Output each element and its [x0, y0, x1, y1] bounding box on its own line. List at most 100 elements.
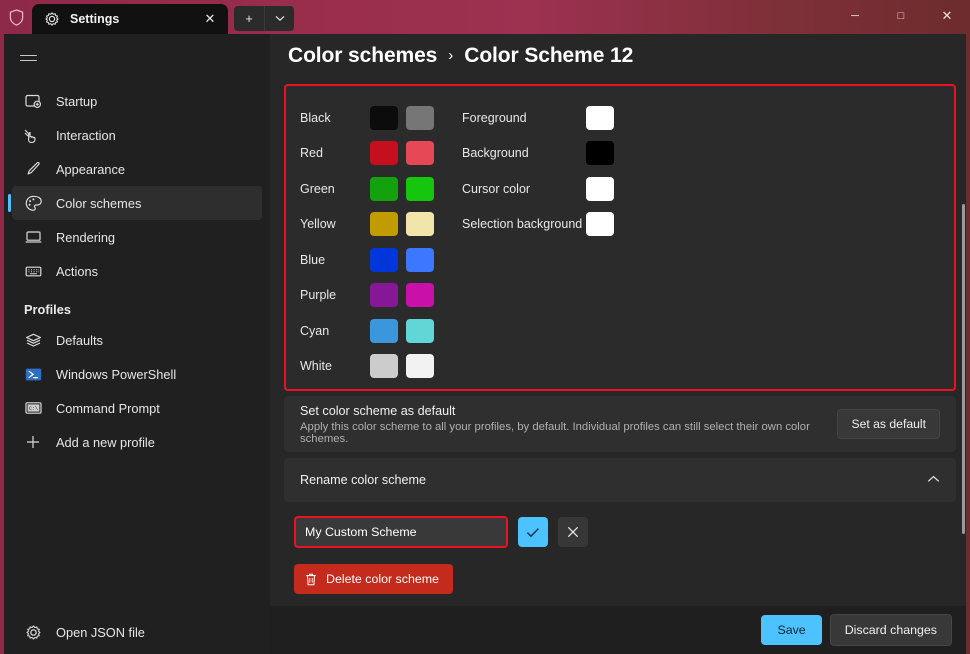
discard-changes-button[interactable]: Discard changes: [829, 614, 952, 646]
rename-input[interactable]: [294, 516, 508, 548]
color-row: Green: [300, 171, 462, 207]
sidebar-item-label: Appearance: [56, 161, 126, 177]
breadcrumb-root[interactable]: Color schemes: [288, 44, 437, 68]
palette-icon: [24, 194, 42, 212]
tab-actions: +: [234, 3, 294, 33]
sidebar-item-interaction[interactable]: Interaction: [12, 118, 262, 152]
page-title: Color Scheme 12: [464, 44, 634, 67]
color-swatch-bright[interactable]: [406, 105, 434, 130]
sidebar-item-windows-powershell[interactable]: Windows PowerShell: [12, 357, 262, 391]
sidebar-item-command-prompt[interactable]: C:\ Command Prompt: [12, 391, 262, 425]
tab-settings[interactable]: Settings ✕: [32, 4, 228, 34]
sidebar-item-label: Rendering: [56, 229, 116, 245]
tab-dropdown-button[interactable]: [264, 5, 294, 31]
system-color-swatch[interactable]: [586, 105, 614, 130]
system-color-swatch[interactable]: [586, 176, 614, 201]
main-content: Color schemes › Color Scheme 12 Black Re…: [270, 34, 966, 654]
sidebar-item-color-schemes[interactable]: Color schemes: [8, 186, 262, 220]
color-swatch-bright[interactable]: [406, 318, 434, 343]
system-color-label: Selection background: [462, 217, 583, 232]
color-swatch-normal[interactable]: [370, 105, 398, 130]
sidebar-item-appearance[interactable]: Appearance: [12, 152, 262, 186]
brush-icon: [24, 160, 42, 178]
window-controls: ─ □ ✕: [832, 0, 970, 32]
sidebar-item-add-new-profile[interactable]: Add a new profile: [12, 425, 262, 459]
color-table-card: Black Red Green Yellow Blue Purple Cyan …: [284, 84, 956, 391]
color-label: Green: [300, 181, 335, 196]
set-default-text: Set color scheme as default Apply this c…: [300, 404, 837, 445]
content-scrollbar[interactable]: [962, 204, 965, 534]
sidebar-item-label: Defaults: [56, 332, 103, 348]
app-shield-icon: [0, 0, 32, 34]
title-bar: Settings ✕ + ─ □ ✕: [0, 0, 970, 34]
delete-button-label: Delete color scheme: [326, 572, 439, 586]
sidebar-item-label: Actions: [56, 263, 98, 279]
system-color-swatch[interactable]: [586, 141, 614, 166]
color-swatch-normal[interactable]: [370, 141, 398, 166]
sidebar-item-defaults[interactable]: Defaults: [12, 323, 262, 357]
set-default-title: Set color scheme as default: [300, 403, 456, 418]
system-color-row: Background: [462, 136, 954, 172]
sidebar-item-label: Startup: [56, 93, 98, 109]
color-swatch-normal[interactable]: [370, 283, 398, 308]
sidebar-item-actions[interactable]: Actions: [12, 254, 262, 288]
new-tab-button[interactable]: +: [234, 5, 264, 31]
window-close-button[interactable]: ✕: [924, 0, 970, 32]
maximize-button[interactable]: □: [878, 0, 924, 32]
hamburger-icon[interactable]: [6, 40, 50, 76]
sidebar-item-label: Command Prompt: [56, 400, 160, 416]
terminal-settings-window: Settings ✕ + ─ □ ✕ Startup Interaction A…: [0, 0, 970, 654]
minimize-button[interactable]: ─: [832, 0, 878, 32]
color-row: Yellow: [300, 207, 462, 243]
set-default-subtitle: Apply this color scheme to all your prof…: [300, 420, 810, 445]
color-label: White: [300, 359, 332, 374]
rename-cancel-button[interactable]: [558, 517, 588, 547]
rename-accept-button[interactable]: [518, 517, 548, 547]
sidebar: Startup Interaction Appearance Color sch…: [4, 34, 270, 654]
rename-header-label: Rename color scheme: [300, 473, 426, 487]
color-label: Blue: [300, 252, 326, 267]
sidebar-item-rendering[interactable]: Rendering: [12, 220, 262, 254]
color-swatch-bright[interactable]: [406, 247, 434, 272]
delete-color-scheme-button[interactable]: Delete color scheme: [294, 564, 453, 594]
startup-icon: [24, 92, 42, 110]
tab-close-icon[interactable]: ✕: [198, 7, 222, 31]
color-swatch-bright[interactable]: [406, 354, 434, 379]
color-row: White: [300, 349, 462, 385]
color-row: Purple: [300, 278, 462, 314]
color-swatch-bright[interactable]: [406, 212, 434, 237]
color-swatch-bright[interactable]: [406, 141, 434, 166]
sidebar-item-label: Open JSON file: [56, 624, 145, 640]
color-swatch-normal[interactable]: [370, 318, 398, 343]
set-as-default-button[interactable]: Set as default: [837, 409, 940, 439]
color-swatch-normal[interactable]: [370, 212, 398, 237]
sidebar-item-startup[interactable]: Startup: [12, 84, 262, 118]
sidebar-item-label: Color schemes: [56, 195, 142, 211]
chevron-down-icon: [275, 15, 284, 21]
svg-text:C:\: C:\: [29, 406, 38, 412]
color-label: Black: [300, 110, 331, 125]
color-label: Red: [300, 146, 323, 161]
color-swatch-normal[interactable]: [370, 176, 398, 201]
color-swatch-bright[interactable]: [406, 176, 434, 201]
color-label: Cyan: [300, 323, 330, 338]
footer-action-bar: Save Discard changes: [270, 606, 966, 654]
breadcrumb-separator-icon: ›: [448, 46, 454, 64]
color-swatch-bright[interactable]: [406, 283, 434, 308]
sidebar-item-open-json-file[interactable]: Open JSON file: [12, 615, 262, 649]
system-color-swatch[interactable]: [586, 212, 614, 237]
sidebar-item-label: Interaction: [56, 127, 116, 143]
chevron-up-icon[interactable]: [927, 474, 940, 486]
sidebar-nav: Startup Interaction Appearance Color sch…: [4, 84, 270, 459]
sidebar-footer: Open JSON file: [4, 610, 270, 654]
color-swatch-normal[interactable]: [370, 247, 398, 272]
monitor-icon: [24, 228, 42, 246]
color-label: Purple: [300, 288, 337, 303]
sidebar-section-profiles: Profiles: [24, 302, 71, 317]
rename-expander-header[interactable]: Rename color scheme: [284, 458, 956, 502]
close-icon: [567, 526, 579, 538]
gear-icon: [45, 12, 59, 26]
system-color-row: Cursor color: [462, 171, 954, 207]
save-button[interactable]: Save: [761, 615, 822, 645]
color-swatch-normal[interactable]: [370, 354, 398, 379]
